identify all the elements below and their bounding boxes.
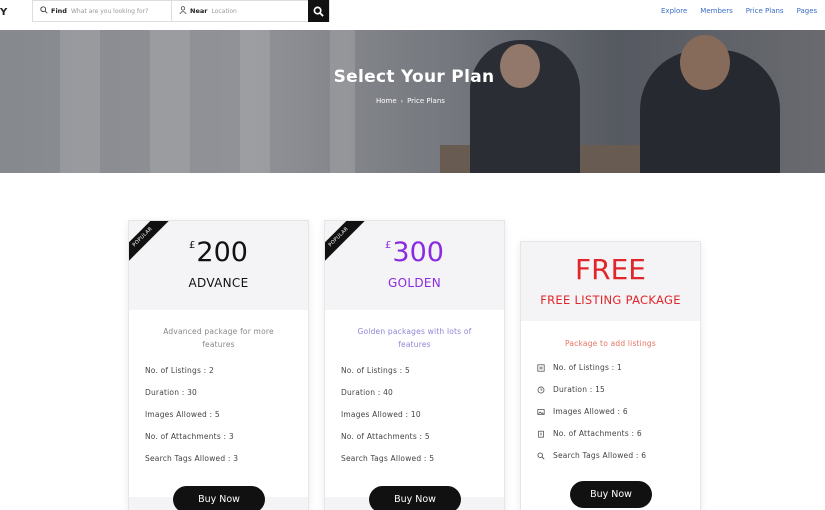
currency-symbol: £ bbox=[189, 240, 196, 251]
plan-feature: Duration : 15 bbox=[537, 385, 605, 394]
plan-feature: No. of Attachments : 3 bbox=[145, 432, 234, 441]
near-input[interactable]: Location bbox=[211, 8, 236, 15]
plan-feature: No. of Attachments : 5 bbox=[341, 432, 430, 441]
nav-pages[interactable]: Pages bbox=[797, 7, 818, 15]
nav-price-plans[interactable]: Price Plans bbox=[746, 7, 784, 15]
plan-feature: Search Tags Allowed : 5 bbox=[341, 454, 435, 463]
find-field[interactable]: Find What are you looking for? bbox=[33, 1, 172, 21]
feature-text: Search Tags Allowed : 6 bbox=[553, 451, 647, 460]
plan-card-advance: POPULAR £200 ADVANCE Advanced package fo… bbox=[128, 220, 309, 510]
plan-feature: Images Allowed : 10 bbox=[341, 410, 421, 419]
attachment-icon bbox=[537, 430, 547, 438]
buy-now-button[interactable]: Buy Now bbox=[369, 486, 461, 510]
tag-search-icon bbox=[537, 452, 547, 460]
near-label: Near bbox=[190, 7, 208, 15]
plan-feature: No. of Listings : 2 bbox=[145, 366, 214, 375]
plan-feature: No. of Attachments : 6 bbox=[537, 429, 642, 438]
hero-banner: Select Your Plan Home › Price Plans bbox=[0, 30, 825, 173]
user-location-icon bbox=[179, 6, 187, 16]
plan-card-free: FREE FREE LISTING PACKAGE Package to add… bbox=[520, 241, 701, 510]
plan-feature: Images Allowed : 6 bbox=[537, 407, 628, 416]
currency-symbol: £ bbox=[385, 240, 392, 251]
site-logo[interactable]: Y bbox=[0, 7, 7, 18]
nav-explore[interactable]: Explore bbox=[661, 7, 687, 15]
clock-icon bbox=[537, 386, 547, 394]
plan-name: ADVANCE bbox=[188, 276, 249, 290]
feature-text: No. of Listings : 1 bbox=[553, 363, 622, 372]
plan-card-golden: POPULAR £300 GOLDEN Golden packages with… bbox=[324, 220, 505, 510]
price-amount: 200 bbox=[196, 237, 248, 268]
plan-description: Advanced package for more features bbox=[163, 327, 274, 349]
breadcrumb-current: Price Plans bbox=[407, 97, 445, 105]
plan-price: £200 bbox=[129, 237, 308, 268]
find-label: Find bbox=[51, 7, 67, 15]
near-field[interactable]: Near Location bbox=[172, 1, 308, 21]
feature-text: No. of Attachments : 6 bbox=[553, 429, 642, 438]
plan-feature: Images Allowed : 5 bbox=[145, 410, 220, 419]
plan-price: FREE bbox=[521, 253, 700, 286]
search-icon bbox=[40, 6, 48, 16]
breadcrumb: Home › Price Plans bbox=[376, 97, 445, 105]
search-icon bbox=[313, 2, 324, 21]
listing-icon bbox=[537, 363, 547, 372]
feature-text: Images Allowed : 6 bbox=[553, 407, 628, 416]
plan-feature: Search Tags Allowed : 3 bbox=[145, 454, 239, 463]
plan-description: Golden packages with lots of features bbox=[357, 327, 472, 349]
breadcrumb-separator: › bbox=[400, 97, 404, 105]
price-amount: 300 bbox=[392, 237, 444, 268]
plan-price: £300 bbox=[325, 237, 504, 268]
search-bar: Find What are you looking for? Near Loca… bbox=[32, 0, 330, 22]
plan-feature: Duration : 30 bbox=[145, 388, 198, 397]
image-icon bbox=[537, 408, 547, 416]
main-nav: Explore Members Price Plans Pages bbox=[661, 7, 825, 15]
plan-name: FREE LISTING PACKAGE bbox=[540, 293, 681, 307]
breadcrumb-home[interactable]: Home bbox=[376, 97, 397, 105]
top-header: Y Find What are you looking for? Near Lo… bbox=[0, 0, 825, 30]
buy-now-button[interactable]: Buy Now bbox=[570, 481, 652, 508]
find-input[interactable]: What are you looking for? bbox=[71, 8, 148, 15]
price-amount: FREE bbox=[575, 253, 646, 286]
feature-text: Duration : 15 bbox=[553, 385, 606, 394]
search-button[interactable] bbox=[308, 0, 329, 22]
plan-feature: No. of Listings : 1 bbox=[537, 363, 622, 372]
plan-description: Package to add listings bbox=[564, 339, 656, 348]
plan-feature: No. of Listings : 5 bbox=[341, 366, 410, 375]
buy-now-button[interactable]: Buy Now bbox=[173, 486, 265, 510]
nav-members[interactable]: Members bbox=[700, 7, 732, 15]
plan-feature: Search Tags Allowed : 6 bbox=[537, 451, 646, 460]
plan-feature: Duration : 40 bbox=[341, 388, 394, 397]
page-title: Select Your Plan bbox=[333, 67, 495, 87]
plan-name: GOLDEN bbox=[387, 276, 442, 290]
